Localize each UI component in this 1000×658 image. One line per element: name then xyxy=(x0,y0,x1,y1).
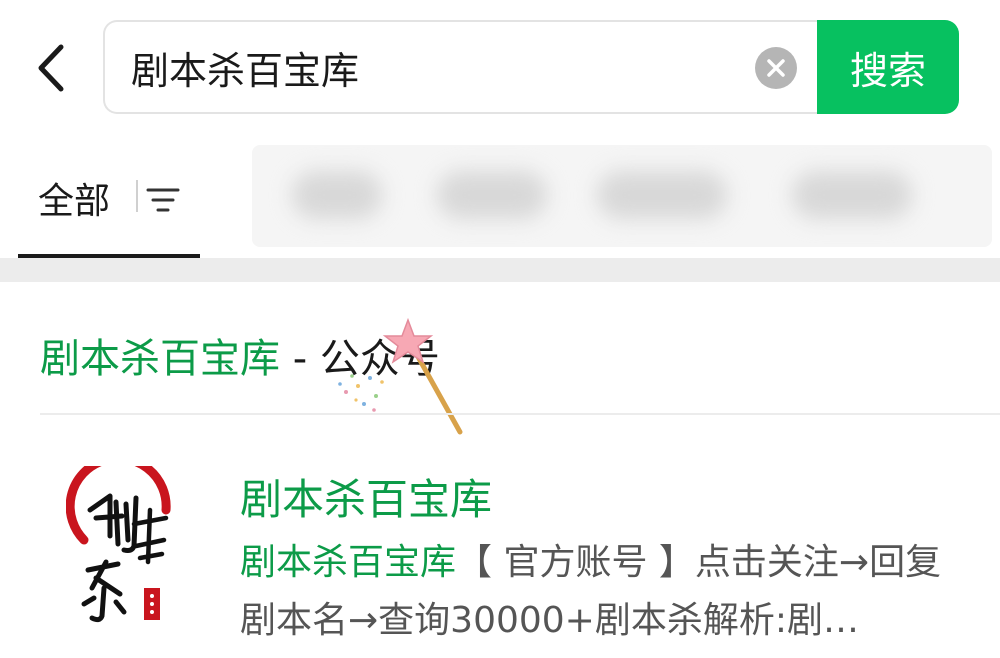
tab-all[interactable]: 全部 xyxy=(18,160,200,260)
search-box xyxy=(103,20,819,114)
chevron-left-icon xyxy=(38,44,64,92)
account-name[interactable]: 剧本杀百宝库 xyxy=(240,466,492,527)
clear-button[interactable] xyxy=(755,47,797,89)
search-button[interactable]: 搜索 xyxy=(817,20,959,114)
blurred-tabs xyxy=(252,145,992,247)
back-button[interactable] xyxy=(22,38,78,98)
filter-icon[interactable] xyxy=(144,186,182,214)
clear-icon xyxy=(767,59,785,77)
account-avatar xyxy=(66,466,171,623)
account-description: 剧本杀百宝库【 官方账号 】点击关注→回复剧本名→查询30000+剧本杀解析:剧… xyxy=(240,534,960,650)
section-header-separator: - xyxy=(280,336,320,382)
section-spacer xyxy=(0,258,1000,282)
search-results-page: 搜索 全部 剧本杀百宝库 - 公众号 xyxy=(0,0,1000,658)
tab-all-label: 全部 xyxy=(38,181,111,222)
section-divider xyxy=(40,413,1000,415)
account-description-highlight: 剧本杀百宝库 xyxy=(240,542,457,583)
section-header-highlight: 剧本杀百宝库 xyxy=(40,336,280,382)
search-input[interactable] xyxy=(131,22,731,112)
tab-divider xyxy=(136,180,138,212)
result-item[interactable]: 剧本杀百宝库 剧本杀百宝库【 官方账号 】点击关注→回复剧本名→查询30000+… xyxy=(0,416,1000,658)
